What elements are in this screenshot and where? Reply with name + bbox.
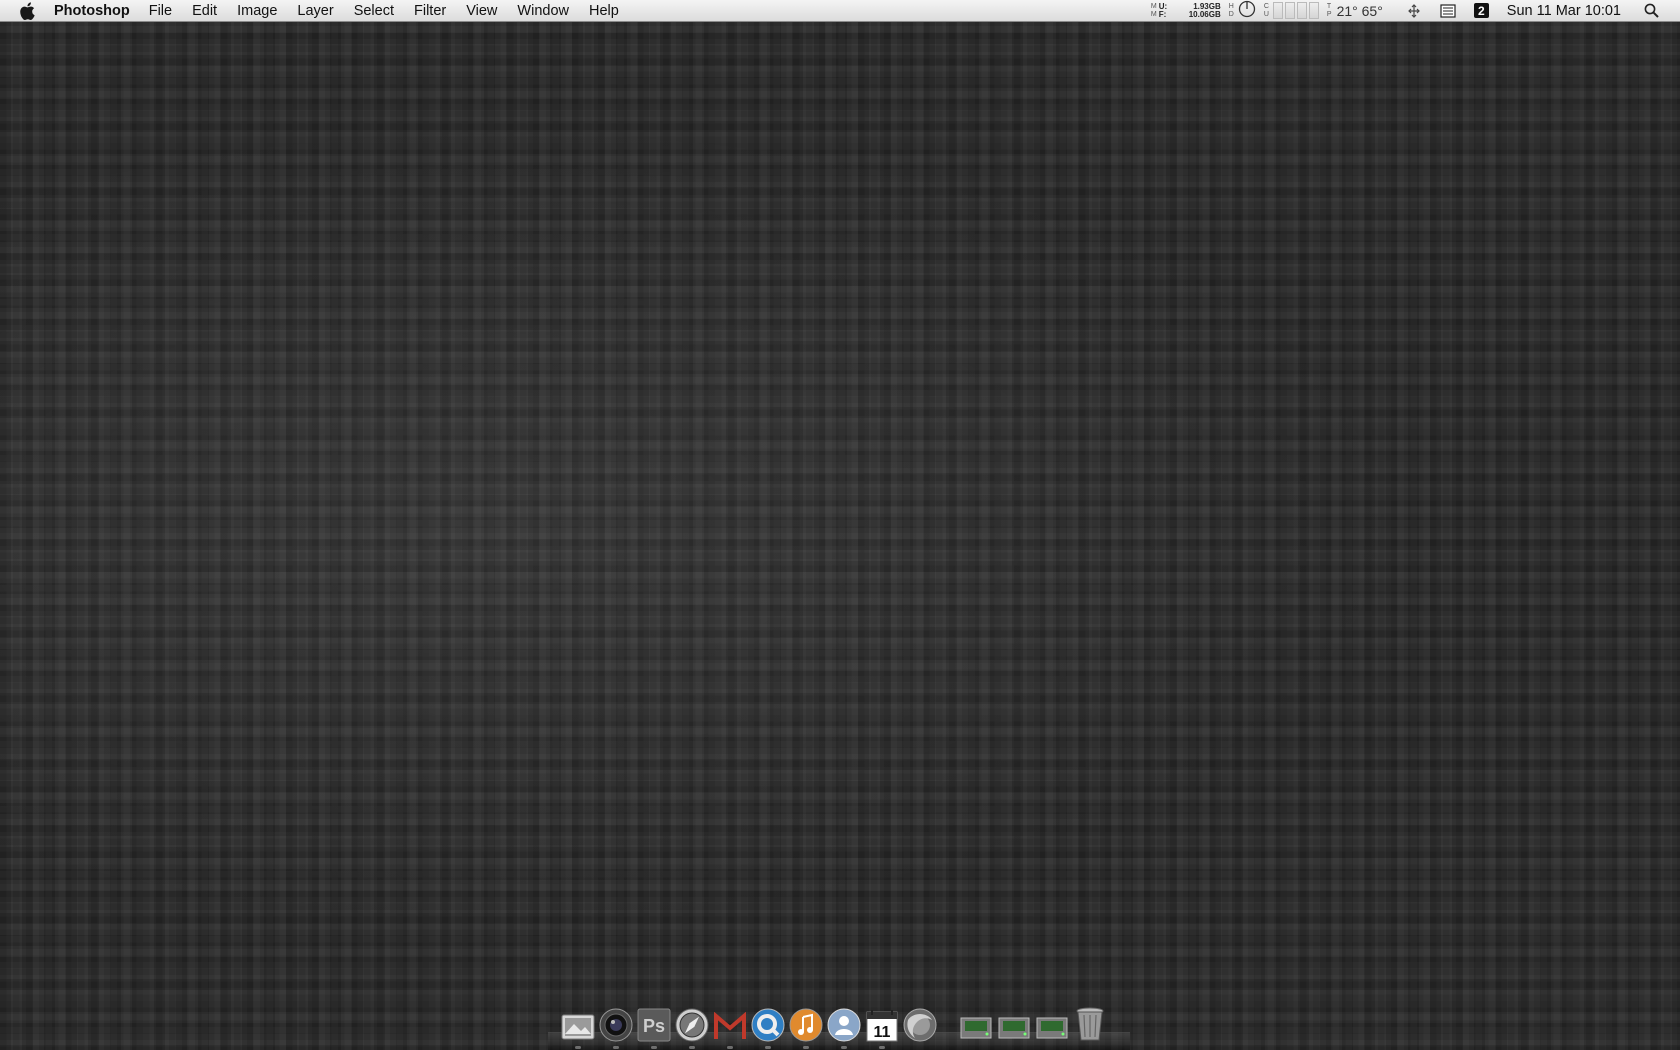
spaces-menu[interactable]: 2: [1473, 3, 1489, 18]
running-indicator: [879, 1046, 885, 1049]
cpu-bar: [1308, 2, 1319, 19]
dock-item-disk-3[interactable]: [1034, 1002, 1070, 1042]
svg-text:11: 11: [874, 1024, 891, 1041]
menu-window[interactable]: Window: [507, 0, 579, 22]
menu-bar: Photoshop File Edit Image Layer Select F…: [0, 0, 1680, 22]
trash-icon: [1076, 1007, 1104, 1041]
menu-view[interactable]: View: [456, 0, 507, 22]
cpu-letters: CU: [1263, 2, 1269, 18]
dock: Ps 11: [558, 996, 1120, 1050]
cpu-bar: [1272, 2, 1283, 19]
desktop[interactable]: Photoshop File Edit Image Layer Select F…: [0, 0, 1680, 1050]
menu-help[interactable]: Help: [579, 0, 629, 22]
temperature-readout[interactable]: 21° 65°: [1337, 3, 1383, 19]
photoshop-icon: Ps: [637, 1008, 671, 1042]
dock-item-ical[interactable]: 11: [864, 1002, 900, 1049]
running-indicator: [803, 1046, 809, 1049]
running-indicator: [689, 1046, 695, 1049]
hard-drive-icon: [1036, 1017, 1068, 1039]
menu-layer[interactable]: Layer: [287, 0, 343, 22]
hard-drive-icon: [998, 1017, 1030, 1039]
network-arrows-icon: [1407, 3, 1420, 18]
bluetooth-menu[interactable]: [1406, 3, 1422, 18]
calendar-icon: 11: [866, 1010, 898, 1042]
cpu-bar: [1284, 2, 1295, 19]
app-menu-photoshop[interactable]: Photoshop: [54, 0, 139, 22]
menu-clock[interactable]: Sun 11 Mar 10:01: [1507, 3, 1621, 19]
cpu-bar: [1296, 2, 1307, 19]
dock-item-disk-2[interactable]: [996, 1002, 1032, 1042]
cpu-monitor[interactable]: [1272, 2, 1319, 19]
disk-letters: HD: [1228, 2, 1234, 18]
spaces-number: 2: [1473, 3, 1489, 18]
quicktime-icon: [751, 1008, 785, 1042]
memory-free-value: 10.06GB: [1188, 9, 1221, 19]
running-indicator: [575, 1046, 581, 1049]
running-indicator: [765, 1046, 771, 1049]
dock-item-itunes[interactable]: [788, 1002, 824, 1049]
memory-letters: MM: [1150, 2, 1157, 18]
menu-file[interactable]: File: [139, 0, 182, 22]
memory-free-label: F:: [1158, 9, 1167, 19]
apple-icon: [20, 1, 35, 20]
dock-item-address-book[interactable]: [826, 1002, 862, 1049]
hard-drive-icon: [960, 1017, 992, 1039]
dock-item-photo-booth[interactable]: [598, 1002, 634, 1049]
dock-item-quicktime[interactable]: [750, 1002, 786, 1049]
gmail-icon: [714, 1012, 746, 1039]
temp-letters: TP: [1326, 2, 1332, 18]
dock-item-preview[interactable]: [560, 1002, 596, 1049]
dock-item-safari[interactable]: [674, 1002, 710, 1049]
running-indicator: [727, 1046, 733, 1049]
contacts-icon: [827, 1008, 861, 1042]
svg-text:Ps: Ps: [643, 1016, 665, 1036]
input-menu[interactable]: [1440, 3, 1456, 18]
keyboard-viewer-icon: [1440, 3, 1456, 18]
disk-activity-icon[interactable]: [1238, 0, 1256, 22]
photo-viewer-icon: [561, 1014, 595, 1040]
menu-edit[interactable]: Edit: [182, 0, 227, 22]
spotlight-button[interactable]: [1644, 3, 1659, 18]
running-indicator: [841, 1046, 847, 1049]
compass-icon: [675, 1008, 709, 1042]
dock-item-disk-1[interactable]: [958, 1002, 994, 1042]
search-icon: [1644, 3, 1659, 18]
menu-image[interactable]: Image: [227, 0, 287, 22]
pie-gauge-icon: [1238, 0, 1255, 17]
dock-item-photoshop[interactable]: Ps: [636, 1002, 672, 1049]
camera-lens-icon: [599, 1008, 633, 1042]
dock-item-trash[interactable]: [1072, 1002, 1108, 1042]
dock-item-firefox[interactable]: [902, 1002, 938, 1042]
running-indicator: [613, 1046, 619, 1049]
menu-select[interactable]: Select: [344, 0, 404, 22]
memory-monitor[interactable]: U: 1.93GB F: 10.06GB: [1158, 2, 1221, 19]
dock-item-gmail[interactable]: [712, 1002, 748, 1049]
menu-filter[interactable]: Filter: [404, 0, 456, 22]
apple-menu[interactable]: [0, 0, 54, 22]
running-indicator: [651, 1046, 657, 1049]
itunes-icon: [789, 1008, 823, 1042]
globe-icon: [903, 1008, 937, 1042]
